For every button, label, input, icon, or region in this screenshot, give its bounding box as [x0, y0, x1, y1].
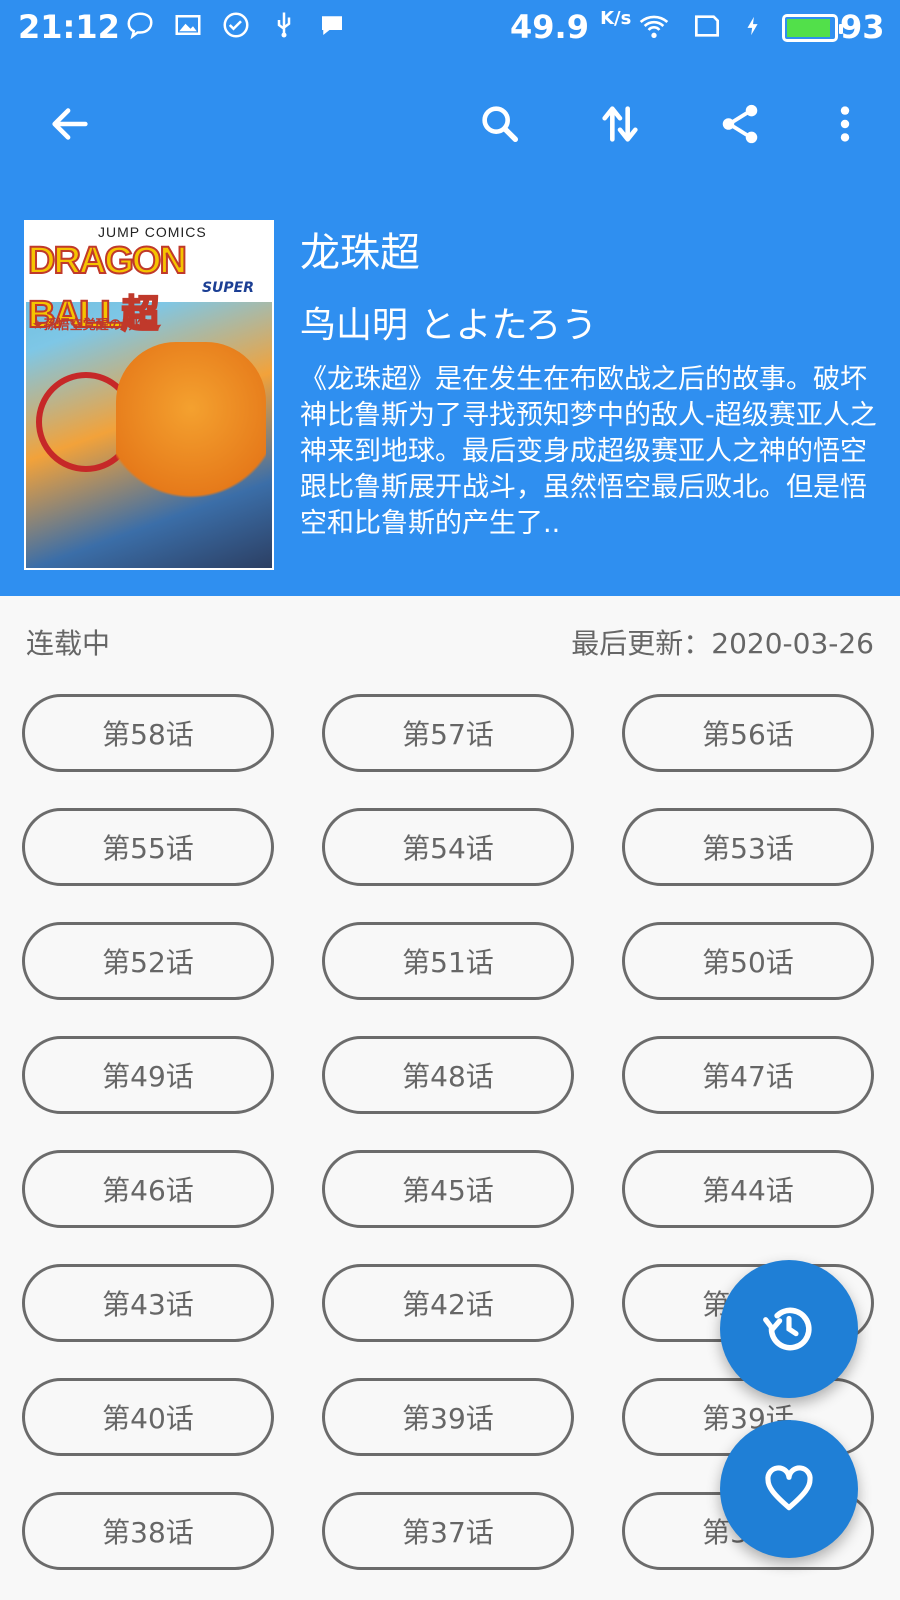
usb-icon	[268, 10, 300, 42]
system-icons	[636, 10, 843, 46]
sort-icon	[602, 106, 638, 142]
network-speed-unit: K/s	[600, 8, 632, 29]
search-icon	[482, 106, 519, 143]
check-circle-icon	[220, 10, 252, 42]
chapter-button[interactable]: 第44话	[622, 1150, 874, 1228]
favorite-fab[interactable]	[720, 1420, 858, 1558]
chapter-button[interactable]: 第46话	[22, 1150, 274, 1228]
chat-icon	[316, 10, 348, 42]
chapter-button[interactable]: 第58话	[22, 694, 274, 772]
network-speed-value: 49.9	[510, 8, 589, 46]
chapter-button[interactable]: 第55话	[22, 808, 274, 886]
chapter-button[interactable]: 第57话	[322, 694, 574, 772]
heart-icon	[765, 1465, 813, 1511]
network-speed: 49.9 K/s	[510, 8, 631, 46]
history-icon	[763, 1307, 812, 1351]
battery-percent: 93	[840, 8, 885, 46]
cover-character-art	[116, 342, 266, 532]
battery-icon	[782, 14, 843, 42]
serial-status: 连载中	[26, 627, 111, 660]
chapter-button[interactable]: 第37话	[322, 1492, 574, 1570]
chapter-button[interactable]: 第47话	[622, 1036, 874, 1114]
status-bar: 21:12 49.9 K/s 93	[0, 0, 900, 56]
sim-card-icon	[690, 10, 724, 46]
status-time: 21:12	[18, 8, 120, 46]
chapter-button[interactable]: 第54话	[322, 808, 574, 886]
wifi-icon	[636, 10, 672, 46]
chapter-button[interactable]: 第53话	[622, 808, 874, 886]
cover-super-text: SUPER	[201, 280, 254, 296]
back-button[interactable]	[40, 94, 100, 154]
more-options-button[interactable]	[815, 94, 875, 154]
chapter-button[interactable]: 第48话	[322, 1036, 574, 1114]
chapter-button[interactable]: 第38话	[22, 1492, 274, 1570]
history-fab[interactable]	[720, 1260, 858, 1398]
image-icon	[172, 10, 204, 42]
chapter-button[interactable]: 第42话	[322, 1264, 574, 1342]
share-icon	[722, 104, 758, 144]
cover-subtitle: ★孫悟空覚醒の"兆"	[32, 318, 149, 333]
more-vert-icon	[840, 106, 850, 142]
chapter-button[interactable]: 第52话	[22, 922, 274, 1000]
cover-publisher-text: JUMP COMICS	[98, 224, 207, 240]
last-updated: 最后更新：2020-03-26	[571, 627, 874, 660]
comic-header: JUMP COMICS DRAGON BALL超 SUPER ★孫悟空覚醒の"兆…	[0, 56, 900, 596]
chapter-button[interactable]: 第51话	[322, 922, 574, 1000]
chapter-button[interactable]: 第40话	[22, 1378, 274, 1456]
arrow-back-icon	[52, 108, 88, 140]
chapter-button[interactable]: 第39话	[322, 1378, 574, 1456]
chapter-button[interactable]: 第56话	[622, 694, 874, 772]
notification-icons	[124, 10, 348, 42]
comic-title: 龙珠超	[300, 230, 420, 276]
comic-description[interactable]: 《龙珠超》是在发生在布欧战之后的故事。破坏神比鲁斯为了寻找预知梦中的敌人-超级赛…	[300, 362, 880, 542]
sort-button[interactable]	[590, 94, 650, 154]
battery-level	[787, 19, 830, 37]
charging-icon	[742, 11, 764, 45]
chapter-button[interactable]: 第45话	[322, 1150, 574, 1228]
share-button[interactable]	[710, 94, 770, 154]
chapter-button[interactable]: 第50话	[622, 922, 874, 1000]
messenger-icon	[124, 10, 156, 42]
chapter-button[interactable]: 第43话	[22, 1264, 274, 1342]
comic-author: 鸟山明 とよたろう	[300, 305, 598, 346]
chapter-button[interactable]: 第49话	[22, 1036, 274, 1114]
comic-cover-image[interactable]: JUMP COMICS DRAGON BALL超 SUPER ★孫悟空覚醒の"兆…	[24, 220, 274, 570]
search-button[interactable]	[470, 94, 530, 154]
